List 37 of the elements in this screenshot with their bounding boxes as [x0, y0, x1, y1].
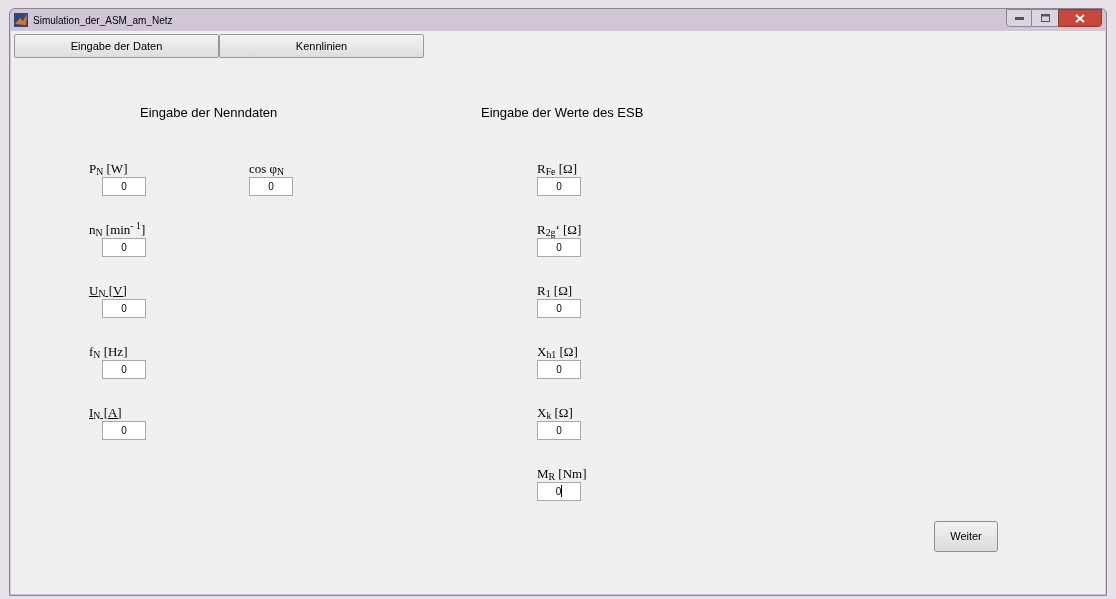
field-label: R$_{1}$ [Ω] — [537, 282, 573, 298]
input-field[interactable]: 0 — [537, 298, 581, 318]
close-button[interactable] — [1058, 9, 1102, 27]
minimize-icon — [1014, 16, 1024, 20]
maximize-button[interactable] — [1032, 9, 1058, 27]
field-label: n$_{N}$ [min$^{- 1}$] — [89, 221, 146, 237]
maximize-icon — [1040, 14, 1050, 22]
field-label: U$_{N}$ [V] — [89, 282, 127, 298]
input-field[interactable]: 0 — [537, 420, 581, 440]
field-label: X$_{h1}$ [Ω] — [537, 343, 578, 359]
field-label: X$_{k}$ [Ω] — [537, 404, 573, 420]
window-title: Simulation_der_ASM_am_Netz — [33, 13, 173, 28]
input-field[interactable]: 0 — [537, 359, 581, 379]
input-field[interactable]: 0 — [537, 176, 581, 196]
tab[interactable]: Eingabe der Daten — [14, 34, 219, 58]
weiter-button[interactable]: Weiter — [934, 520, 998, 552]
field-label: cos φ$_{N}$ — [249, 160, 285, 176]
field-label: R$_{2g}$‘ [Ω] — [537, 221, 582, 237]
input-field[interactable]: 0 — [249, 176, 293, 196]
input-field[interactable]: 0 — [102, 359, 146, 379]
field-label: R$_{Fe}$ [Ω] — [537, 160, 577, 176]
app-icon — [14, 13, 28, 27]
section-heading: Eingabe der Nenndaten — [140, 104, 279, 122]
field-label: P$_{N}$ [W] — [89, 160, 128, 176]
input-field[interactable]: 0 — [537, 481, 581, 501]
field-label: f$_{N}$ [Hz] — [89, 343, 128, 359]
field-label: M$_{R}$ [Nm] — [537, 465, 587, 481]
input-field[interactable]: 0 — [102, 420, 146, 440]
input-field[interactable]: 0 — [102, 298, 146, 318]
close-icon — [1075, 13, 1085, 23]
input-field[interactable]: 0 — [102, 237, 146, 257]
tab[interactable]: Kennlinien — [219, 34, 424, 58]
minimize-button[interactable] — [1006, 9, 1032, 27]
field-label: I$_{N}$ [A] — [89, 404, 122, 420]
input-field[interactable]: 0 — [537, 237, 581, 257]
section-heading: Eingabe der Werte des ESB — [481, 104, 644, 122]
input-field[interactable]: 0 — [102, 176, 146, 196]
